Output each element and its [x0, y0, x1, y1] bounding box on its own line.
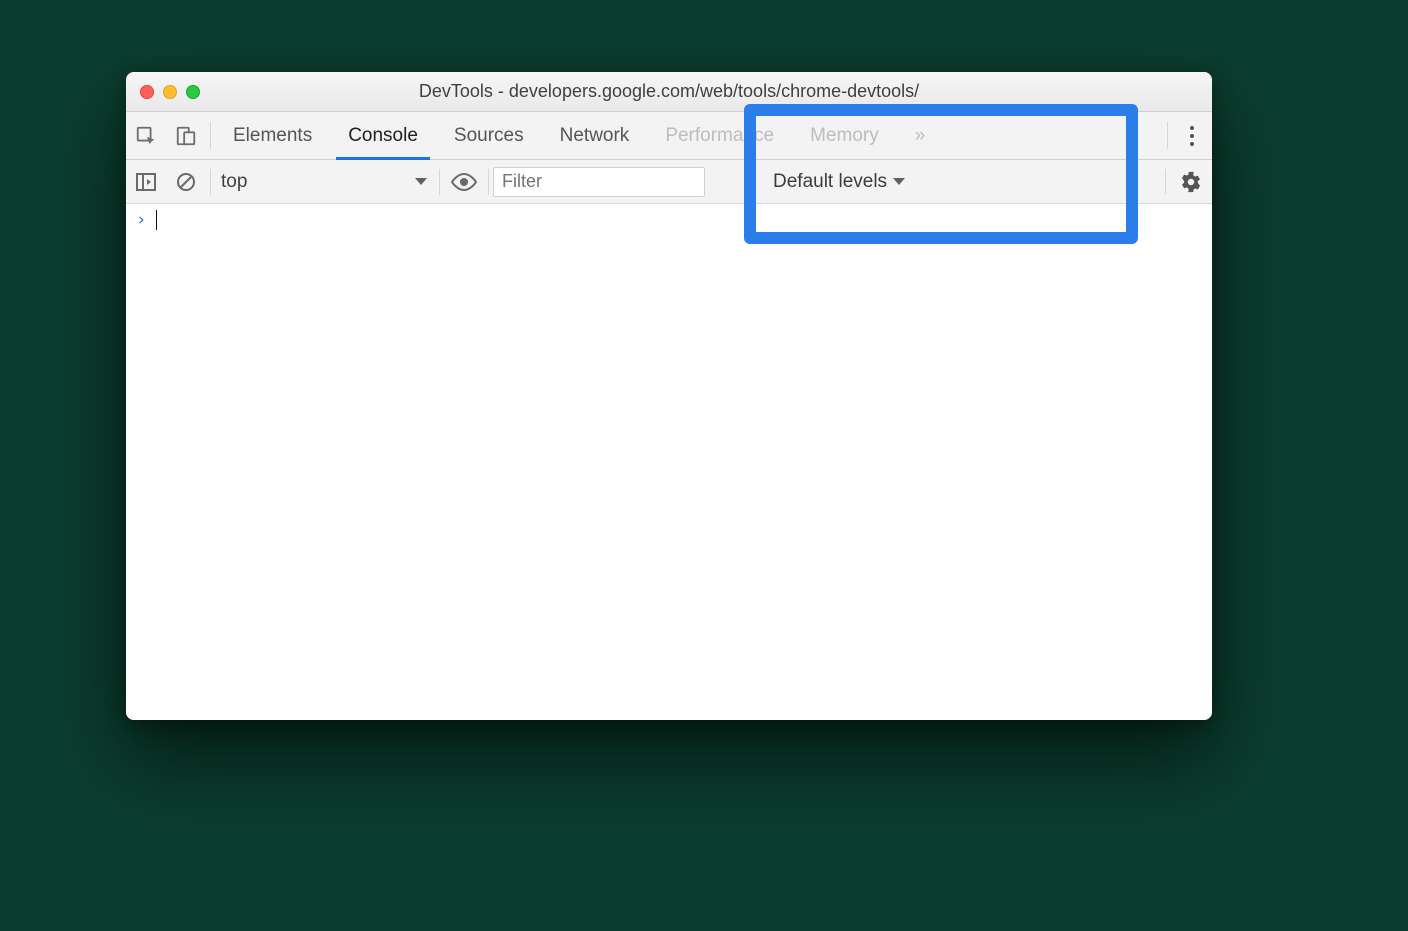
prompt-chevron-icon: ›: [136, 210, 146, 230]
tab-console[interactable]: Console: [330, 112, 436, 159]
separator: [488, 169, 489, 195]
chevron-down-icon: [415, 178, 427, 185]
log-levels-dropdown[interactable]: Default levels: [773, 171, 905, 193]
separator: [1167, 122, 1168, 149]
tab-elements[interactable]: Elements: [215, 112, 330, 159]
context-selector[interactable]: top: [215, 171, 435, 193]
console-prompt[interactable]: ›: [126, 204, 1212, 236]
devtools-window: DevTools - developers.google.com/web/too…: [126, 72, 1212, 720]
chevron-down-icon: [893, 178, 905, 185]
tabs-overflow[interactable]: »: [897, 112, 944, 159]
separator: [210, 122, 211, 149]
tab-memory[interactable]: Memory: [792, 112, 897, 159]
window-minimize-button[interactable]: [163, 85, 177, 99]
toggle-sidebar-icon[interactable]: [126, 172, 166, 192]
more-options-icon[interactable]: [1172, 112, 1212, 159]
separator: [1165, 169, 1166, 194]
inspect-element-icon[interactable]: [126, 112, 166, 159]
window-zoom-button[interactable]: [186, 85, 200, 99]
console-toolbar: top Default levels: [126, 160, 1212, 204]
tabbar: Elements Console Sources Network Perform…: [126, 112, 1212, 160]
log-levels-label: Default levels: [773, 171, 887, 193]
tab-network[interactable]: Network: [542, 112, 648, 159]
tab-sources[interactable]: Sources: [436, 112, 542, 159]
separator: [439, 169, 440, 195]
tab-performance[interactable]: Performance: [647, 112, 792, 159]
text-caret: [156, 210, 157, 230]
live-expression-icon[interactable]: [444, 173, 484, 191]
window-close-button[interactable]: [140, 85, 154, 99]
window-title: DevTools - developers.google.com/web/too…: [126, 81, 1212, 102]
titlebar: DevTools - developers.google.com/web/too…: [126, 72, 1212, 112]
device-toolbar-icon[interactable]: [166, 112, 206, 159]
console-body[interactable]: ›: [126, 204, 1212, 720]
filter-input[interactable]: [493, 167, 705, 197]
console-settings-icon[interactable]: [1180, 160, 1202, 203]
window-controls: [126, 85, 200, 99]
context-selector-label: top: [221, 171, 247, 193]
separator: [210, 169, 211, 195]
clear-console-icon[interactable]: [166, 171, 206, 193]
